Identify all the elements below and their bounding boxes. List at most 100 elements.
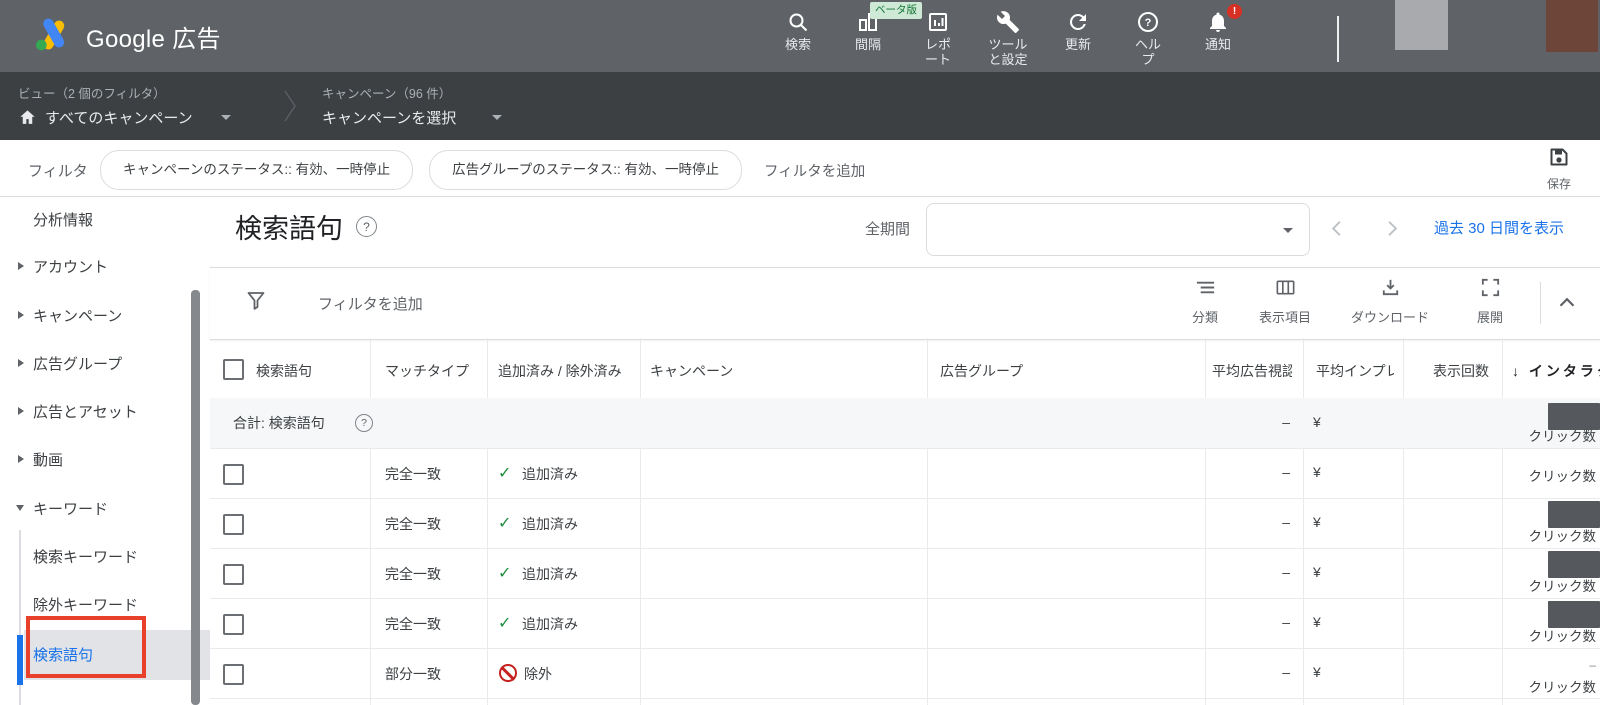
sidebar-item-keywords[interactable]: キーワード <box>0 493 188 523</box>
expand-button[interactable]: 展開 <box>1458 276 1522 326</box>
col-header-impressions[interactable]: 表示回数 <box>1403 361 1489 381</box>
nav-help[interactable]: ? ヘル プ <box>1113 6 1183 68</box>
sidebar-scrollbar[interactable] <box>191 290 200 705</box>
save-button[interactable]: 保存 <box>1535 145 1583 192</box>
top-app-bar: Google 広告 検索 ベータ版 間隔 レポ ート ツール と設定 <box>0 0 1600 72</box>
segment-button[interactable]: 分類 <box>1163 276 1247 326</box>
sidebar-item-ads-assets[interactable]: 広告とアセット <box>0 396 188 426</box>
sidebar-item-videos[interactable]: 動画 <box>0 444 188 474</box>
table-row[interactable]: 完全一致 ✓ 追加済み – ¥ クリック数 <box>210 498 1600 549</box>
sidebar-item-search-keywords[interactable]: 検索キーワード <box>0 541 188 571</box>
next-period-button[interactable] <box>1380 217 1403 245</box>
nav-intervals-label: 間隔 <box>833 38 903 53</box>
nav-reports-label: レポ ート <box>903 38 973 68</box>
avg-imp-cell: ¥ <box>1313 664 1321 680</box>
sidebar-item-label: 動画 <box>33 449 63 470</box>
nav-notifications[interactable]: ! 通知 <box>1183 6 1253 68</box>
table-add-filter[interactable]: フィルタを追加 <box>318 293 423 314</box>
help-circle-icon[interactable]: ? <box>356 216 377 237</box>
view-selector-label: ビュー（2 個のフィルタ） <box>18 83 231 102</box>
row-checkbox[interactable] <box>223 614 244 635</box>
filter-bar: フィルタ キャンペーンのステータス:: 有効、一時停止 広告グループのステータス… <box>0 140 1600 197</box>
columns-button[interactable]: 表示項目 <box>1243 276 1327 326</box>
columns-label: 表示項目 <box>1243 307 1327 326</box>
sidebar-item-account[interactable]: アカウント <box>0 251 188 281</box>
col-header-avg-imp[interactable]: 平均インプレ <box>1316 361 1394 381</box>
sidebar-item-insights[interactable]: 分析情報 <box>0 204 188 234</box>
status-cell: 除外 <box>524 664 552 684</box>
help-icon: ? <box>1113 6 1183 34</box>
col-header-interactions-sorted[interactable]: ↓ インタラクション <box>1512 361 1600 381</box>
date-range-select[interactable] <box>926 203 1310 256</box>
save-label: 保存 <box>1535 175 1583 192</box>
sidebar-item-label: 分析情報 <box>33 209 93 230</box>
funnel-filter-icon[interactable] <box>244 288 268 317</box>
sidebar-item-label: 除外キーワード <box>33 594 138 615</box>
chevron-down-icon <box>16 505 24 511</box>
nav-refresh-label: 更新 <box>1043 38 1113 53</box>
added-check-icon: ✓ <box>498 463 511 483</box>
row-checkbox[interactable] <box>223 664 244 685</box>
added-check-icon: ✓ <box>498 563 511 583</box>
date-range-label: 全期間 <box>865 218 910 239</box>
sidebar-item-campaigns[interactable]: キャンペーン <box>0 300 188 330</box>
sidebar-item-negative-keywords[interactable]: 除外キーワード <box>0 589 188 619</box>
campaign-selector[interactable]: キャンペーン（96 件） キャンペーンを選択 <box>322 83 502 128</box>
nav-search[interactable]: 検索 <box>763 6 833 68</box>
totals-label: 合計: 検索語句 <box>233 413 325 433</box>
col-header-added-excluded[interactable]: 追加済み / 除外済み <box>498 361 622 381</box>
row-checkbox[interactable] <box>223 514 244 535</box>
filter-chip-adgroup-status[interactable]: 広告グループのステータス:: 有効、一時停止 <box>429 150 742 190</box>
sidebar-item-adgroups[interactable]: 広告グループ <box>0 348 188 378</box>
table-row[interactable]: 完全一致 ✓ 追加済み – ¥ クリック数 <box>210 448 1600 499</box>
nav-search-label: 検索 <box>763 38 833 53</box>
nav-reports[interactable]: レポ ート <box>903 6 973 68</box>
avg-viewability-cell: – <box>1205 564 1290 580</box>
row-checkbox[interactable] <box>223 564 244 585</box>
page-title: 検索語句 <box>235 207 343 246</box>
nav-tools-settings[interactable]: ツール と設定 <box>973 6 1043 68</box>
add-filter-link[interactable]: フィルタを追加 <box>764 160 865 181</box>
match-type-cell: 完全一致 <box>385 564 441 584</box>
filter-chip-campaign-status[interactable]: キャンペーンのステータス:: 有効、一時停止 <box>100 150 413 190</box>
download-button[interactable]: ダウンロード <box>1338 276 1442 326</box>
select-all-checkbox[interactable] <box>223 359 244 380</box>
col-header-campaign[interactable]: キャンペーン <box>650 361 733 381</box>
breadcrumb-separator-icon <box>282 83 298 134</box>
table-row[interactable]: 完全一致 ✓ 追加済み – ¥ クリック数 <box>210 598 1600 649</box>
match-type-cell: 部分一致 <box>385 664 441 684</box>
col-header-match-type[interactable]: マッチタイプ <box>385 361 469 381</box>
status-cell: 追加済み <box>522 564 578 584</box>
col-header-search-term[interactable]: 検索語句 <box>256 361 312 381</box>
chevron-right-icon <box>18 407 24 415</box>
main-content: 検索語句 ? 全期間 過去 30 日間を表示 フィルタを追加 分類 表示項目 <box>210 197 1600 705</box>
segment-icon <box>1194 286 1217 303</box>
sidebar-item-label: 検索キーワード <box>33 546 138 567</box>
table-row[interactable]: 部分一致 除外 – ¥ – クリック数 <box>210 648 1600 699</box>
expand-label: 展開 <box>1458 307 1522 326</box>
help-circle-icon[interactable]: ? <box>355 414 373 432</box>
nav-refresh[interactable]: 更新 <box>1043 6 1113 68</box>
row-checkbox[interactable] <box>223 464 244 485</box>
wrench-icon <box>973 6 1043 34</box>
toolbar-divider <box>1540 282 1541 324</box>
collapse-chevron-up-icon[interactable] <box>1554 290 1580 321</box>
added-check-icon: ✓ <box>498 613 511 633</box>
avg-viewability-cell: – <box>1205 464 1290 480</box>
metric-label: クリック数 <box>1450 525 1596 545</box>
show-last-30-days-link[interactable]: 過去 30 日間を表示 <box>1434 217 1564 238</box>
col-header-ad-group[interactable]: 広告グループ <box>940 361 1023 381</box>
home-icon <box>18 108 37 127</box>
metric-label: クリック数 <box>1450 625 1596 645</box>
previous-period-button[interactable] <box>1326 217 1349 245</box>
col-header-avg-viewability[interactable]: 平均広告視認 <box>1212 361 1292 381</box>
chevron-down-icon <box>221 115 231 120</box>
match-type-cell: 完全一致 <box>385 514 441 534</box>
nav-intervals[interactable]: ベータ版 間隔 <box>833 6 903 68</box>
view-selector[interactable]: ビュー（2 個のフィルタ） すべてのキャンペーン <box>18 83 231 128</box>
table-row[interactable]: 完全一致 ✓ 追加済み – ¥ クリック数 <box>210 548 1600 599</box>
bell-icon <box>1183 6 1253 34</box>
campaign-selector-label: キャンペーン（96 件） <box>322 83 502 102</box>
download-label: ダウンロード <box>1338 307 1442 326</box>
avg-viewability-cell: – <box>1205 614 1290 630</box>
